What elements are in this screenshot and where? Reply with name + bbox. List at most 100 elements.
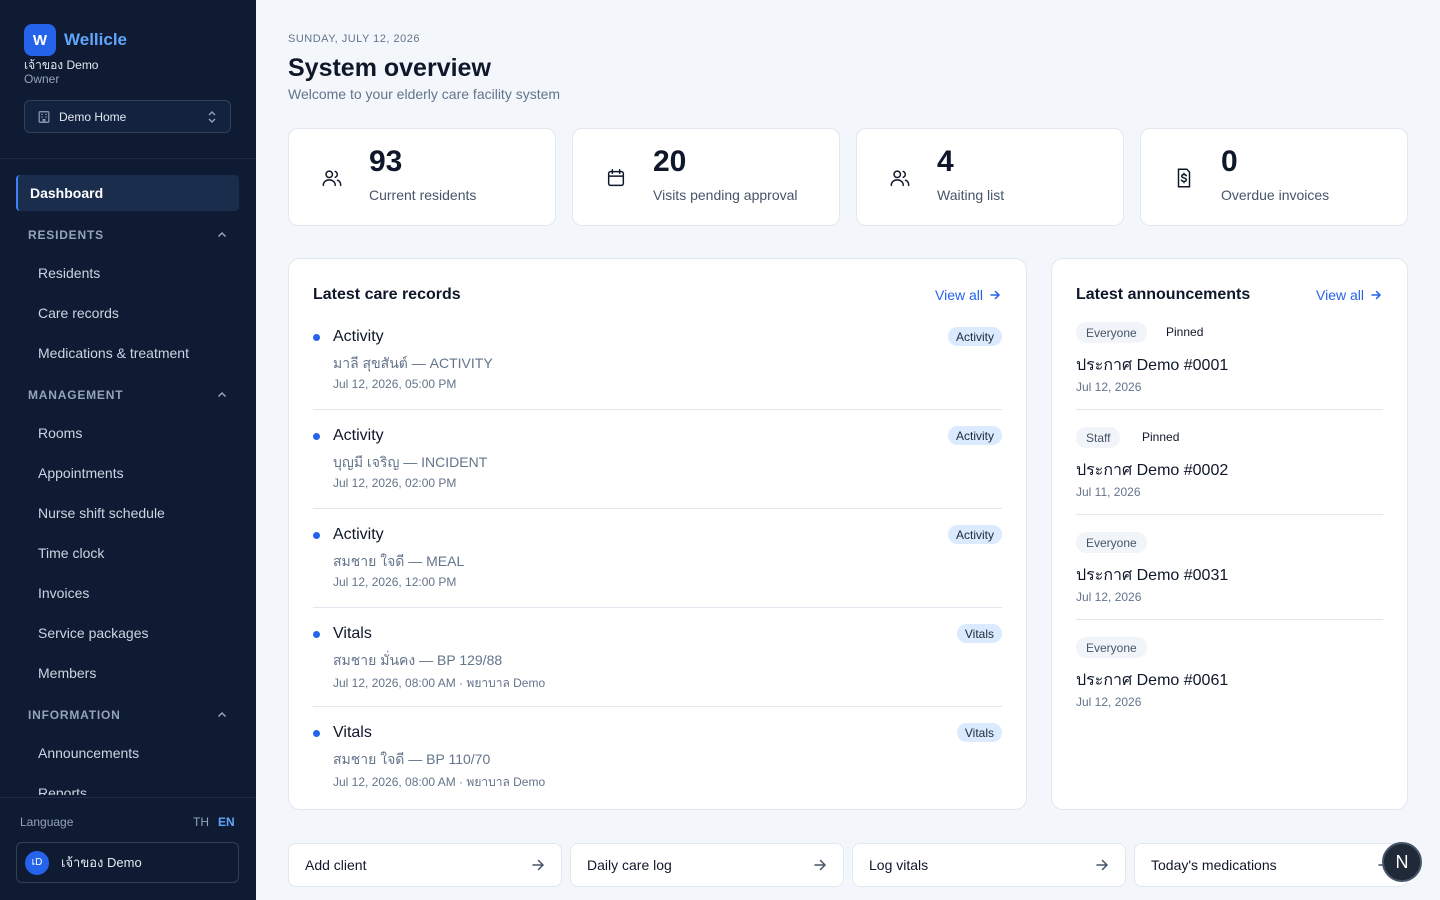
section-information-label: INFORMATION: [28, 708, 121, 722]
assistant-button[interactable]: N: [1382, 842, 1422, 882]
sidebar-item-announcements[interactable]: Announcements: [38, 745, 139, 761]
announcement-date: Jul 12, 2026: [1076, 590, 1142, 604]
stat-card-waiting-list[interactable]: 4 Waiting list: [856, 128, 1124, 226]
section-residents[interactable]: RESIDENTS: [28, 228, 228, 242]
announcements-title: Latest announcements: [1076, 286, 1251, 303]
sidebar-item-invoices[interactable]: Invoices: [38, 585, 89, 601]
care-record-item[interactable]: Activity สมชาย ใจดี — MEAL Jul 12, 2026,…: [313, 521, 1002, 620]
care-record-subtitle: บุญมี เจริญ — INCIDENT: [333, 454, 488, 470]
care-record-subtitle: สมชาย มั่นคง — BP 129/88: [333, 652, 503, 668]
announcement-item[interactable]: Everyone Pinned ประกาศ Demo #0001 Jul 12…: [1076, 322, 1383, 427]
announcement-item[interactable]: Everyone ประกาศ Demo #0061 Jul 12, 2026: [1076, 637, 1383, 742]
announcement-title: ประกาศ Demo #0002: [1076, 462, 1229, 479]
divider: [313, 508, 1002, 509]
bullet-dot: [313, 730, 320, 737]
log-vitals-button[interactable]: Log vitals: [852, 843, 1126, 887]
add-client-button[interactable]: Add client: [288, 843, 562, 887]
care-record-time: Jul 12, 2026, 08:00 AM · พยาบาล Demo: [333, 775, 546, 789]
announcement-title: ประกาศ Demo #0061: [1076, 672, 1229, 689]
arrow-right-icon: [1371, 290, 1382, 300]
divider: [1076, 409, 1383, 410]
care-records-view-all-link[interactable]: View all: [935, 287, 1001, 303]
sidebar-item-care-records[interactable]: Care records: [38, 305, 119, 321]
todays-medications-button[interactable]: Today's medications: [1134, 843, 1408, 887]
section-information[interactable]: INFORMATION: [28, 708, 228, 722]
audience-badge: Staff: [1076, 427, 1121, 448]
invoice-icon: [1177, 168, 1191, 188]
stat-value: 0: [1221, 145, 1238, 178]
announcement-item[interactable]: Staff Pinned ประกาศ Demo #0002 Jul 11, 2…: [1076, 427, 1383, 532]
sidebar-item-medications[interactable]: Medications & treatment: [38, 345, 189, 361]
care-record-title: Activity: [333, 328, 384, 345]
section-management[interactable]: MANAGEMENT: [28, 388, 228, 402]
care-record-item[interactable]: Vitals สมชาย ใจดี — BP 110/70 Jul 12, 20…: [313, 719, 1002, 818]
care-record-subtitle: สมชาย ใจดี — BP 110/70: [333, 751, 491, 767]
announcement-date: Jul 11, 2026: [1076, 485, 1141, 499]
care-record-item[interactable]: Activity บุญมี เจริญ — INCIDENT Jul 12, …: [313, 422, 1002, 521]
quick-action-label: Daily care log: [587, 857, 672, 873]
announcement-date: Jul 12, 2026: [1076, 380, 1142, 394]
stat-label: Current residents: [369, 187, 477, 203]
sidebar-divider: [0, 797, 256, 798]
care-record-time: Jul 12, 2026, 05:00 PM: [333, 377, 457, 391]
care-record-badge: Vitals: [956, 723, 1002, 742]
quick-action-label: Today's medications: [1151, 857, 1277, 873]
language-en[interactable]: EN: [218, 815, 235, 829]
calendar-icon: [607, 169, 625, 187]
view-all-label: View all: [1316, 287, 1364, 303]
sidebar-item-rooms[interactable]: Rooms: [38, 425, 82, 441]
care-record-item[interactable]: Vitals สมชาย มั่นคง — BP 129/88 Jul 12, …: [313, 620, 1002, 719]
sidebar-item-time-clock[interactable]: Time clock: [38, 545, 104, 561]
arrow-right-icon: [990, 290, 1001, 300]
care-record-title: Vitals: [333, 724, 372, 741]
sidebar-item-appointments[interactable]: Appointments: [38, 465, 124, 481]
stat-value: 4: [937, 145, 954, 178]
bullet-dot: [313, 631, 320, 638]
audience-badge: Everyone: [1076, 637, 1147, 658]
stat-card-residents[interactable]: 93 Current residents: [288, 128, 556, 226]
current-date: SUNDAY, JULY 12, 2026: [288, 33, 420, 45]
home-select[interactable]: Demo Home: [24, 100, 231, 133]
announcement-date: Jul 12, 2026: [1076, 695, 1142, 709]
quick-action-label: Log vitals: [869, 857, 929, 873]
announcements-view-all-link[interactable]: View all: [1316, 287, 1382, 303]
care-records-card: Latest care records View all Activity มา…: [288, 258, 1027, 810]
daily-care-log-button[interactable]: Daily care log: [570, 843, 844, 887]
care-record-subtitle: สมชาย ใจดี — MEAL: [333, 553, 465, 569]
care-record-title: Activity: [333, 526, 384, 543]
sidebar-item-residents[interactable]: Residents: [38, 265, 100, 281]
sidebar-item-service-packages[interactable]: Service packages: [38, 625, 149, 641]
brand-name: Wellicle: [64, 30, 127, 49]
user-menu[interactable]: เD เจ้าของ Demo: [16, 842, 239, 883]
language-th[interactable]: TH: [193, 815, 209, 829]
sidebar-nav: Dashboard RESIDENTS Residents Care recor…: [0, 175, 256, 795]
care-record-time: Jul 12, 2026, 02:00 PM: [333, 476, 457, 490]
stat-card-visits[interactable]: 20 Visits pending approval: [572, 128, 840, 226]
stat-label: Visits pending approval: [653, 187, 798, 203]
care-record-time: Jul 12, 2026, 08:00 AM · พยาบาล Demo: [333, 676, 546, 690]
view-all-label: View all: [935, 287, 983, 303]
care-record-subtitle: มาลี สุขสันต์ — ACTIVITY: [333, 355, 493, 371]
brand-logo: W: [24, 24, 56, 56]
sidebar-item-dashboard[interactable]: Dashboard: [16, 175, 239, 211]
audience-badge: Everyone: [1076, 532, 1147, 553]
divider: [313, 706, 1002, 707]
care-record-item[interactable]: Activity มาลี สุขสันต์ — ACTIVITY Jul 12…: [313, 323, 1002, 422]
sidebar-item-nurse-shift[interactable]: Nurse shift schedule: [38, 505, 165, 521]
sidebar-item-members[interactable]: Members: [38, 665, 96, 681]
sidebar-item-reports[interactable]: Reports: [38, 785, 87, 795]
stat-card-overdue-invoices[interactable]: 0 Overdue invoices: [1140, 128, 1408, 226]
bullet-dot: [313, 334, 320, 341]
care-record-time: Jul 12, 2026, 12:00 PM: [333, 575, 457, 589]
chevron-up-icon: [217, 231, 227, 238]
sidebar: W Wellicle เจ้าของ Demo Owner Demo Home …: [0, 0, 256, 900]
divider: [1076, 514, 1383, 515]
brand[interactable]: W Wellicle: [24, 24, 127, 56]
stat-label: Overdue invoices: [1221, 187, 1330, 203]
care-record-badge: Vitals: [956, 624, 1002, 643]
chevron-up-icon: [217, 711, 227, 718]
divider: [313, 409, 1002, 410]
announcement-item[interactable]: Everyone ประกาศ Demo #0031 Jul 12, 2026: [1076, 532, 1383, 637]
announcements-card: Latest announcements View all Everyone P…: [1051, 258, 1408, 810]
care-record-badge: Activity: [947, 525, 1002, 544]
